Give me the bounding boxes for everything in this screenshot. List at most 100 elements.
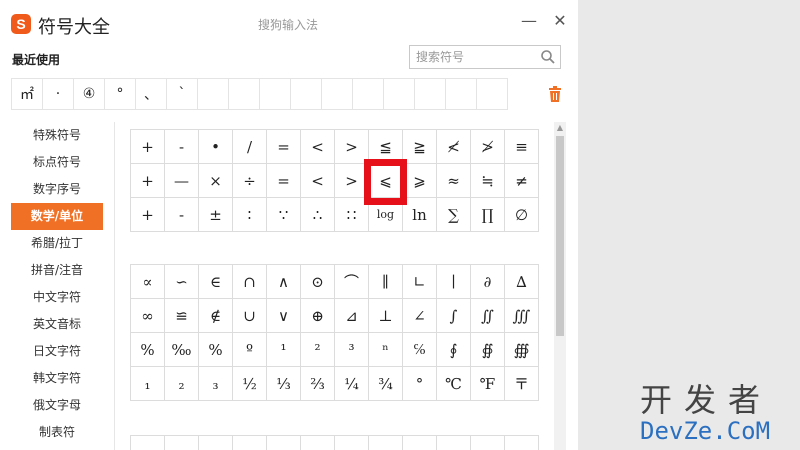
symbol-cell[interactable]: ℅ [403, 333, 437, 367]
symbol-cell[interactable]: + [131, 130, 165, 164]
sidebar-item[interactable]: 制表符 [11, 419, 103, 446]
recent-symbol[interactable]: ` [166, 78, 198, 110]
symbol-cell[interactable]: ∰ [505, 333, 539, 367]
symbol-cell[interactable]: ⊿ [335, 299, 369, 333]
sidebar-item[interactable]: 韩文字符 [11, 365, 103, 392]
symbol-cell[interactable]: ∶ [233, 198, 267, 232]
symbol-cell[interactable]: × [199, 164, 233, 198]
symbol-cell[interactable] [437, 436, 471, 450]
symbol-cell[interactable]: ∂ [471, 265, 505, 299]
symbol-cell[interactable]: % [199, 333, 233, 367]
symbol-cell[interactable] [335, 436, 369, 450]
symbol-cell[interactable]: = [267, 130, 301, 164]
symbol-cell[interactable]: < [301, 164, 335, 198]
symbol-cell[interactable]: ℉ [471, 367, 505, 401]
symbol-cell[interactable]: / [233, 130, 267, 164]
symbol-cell[interactable]: ∮ [437, 333, 471, 367]
symbol-cell[interactable] [505, 436, 539, 450]
symbol-cell[interactable]: ÷ [233, 164, 267, 198]
symbol-cell[interactable]: º [233, 333, 267, 367]
scrollbar[interactable]: ▲ [554, 122, 566, 450]
symbol-cell[interactable]: ¹ [267, 333, 301, 367]
sidebar-item[interactable]: 数字序号 [11, 176, 103, 203]
symbol-cell[interactable]: ° [403, 367, 437, 401]
symbol-cell[interactable]: ∣ [437, 265, 471, 299]
recent-symbol[interactable]: 、 [135, 78, 167, 110]
symbol-cell[interactable]: — [165, 164, 199, 198]
symbol-cell[interactable]: ∬ [471, 299, 505, 333]
recent-symbol[interactable]: ④ [73, 78, 105, 110]
symbol-cell[interactable]: ¾ [369, 367, 403, 401]
symbol-cell[interactable]: ∠ [403, 299, 437, 333]
symbol-cell[interactable]: ∯ [471, 333, 505, 367]
symbol-cell[interactable]: ⊙ [301, 265, 335, 299]
symbol-cell[interactable]: ‰ [165, 333, 199, 367]
symbol-cell[interactable]: ≒ [471, 164, 505, 198]
recent-symbol[interactable]: · [42, 78, 74, 110]
scroll-up-icon[interactable]: ▲ [556, 124, 564, 132]
symbol-cell[interactable]: ∭ [505, 299, 539, 333]
symbol-cell[interactable]: ∪ [233, 299, 267, 333]
recent-symbol[interactable] [321, 78, 353, 110]
symbol-cell[interactable]: ₃ [199, 367, 233, 401]
symbol-cell[interactable] [267, 436, 301, 450]
symbol-cell[interactable]: ∅ [505, 198, 539, 232]
symbol-cell[interactable]: < [301, 130, 335, 164]
symbol-cell[interactable]: ⌒ [335, 265, 369, 299]
symbol-cell[interactable]: ∵ [267, 198, 301, 232]
symbol-cell[interactable]: • [199, 130, 233, 164]
symbol-cell[interactable]: ℃ [437, 367, 471, 401]
recent-symbol[interactable] [352, 78, 384, 110]
symbol-cell[interactable]: ⊕ [301, 299, 335, 333]
symbol-cell[interactable] [131, 436, 165, 450]
recent-symbol[interactable] [383, 78, 415, 110]
recent-symbol[interactable] [445, 78, 477, 110]
symbol-cell[interactable]: ± [199, 198, 233, 232]
symbol-cell[interactable]: ≠ [505, 164, 539, 198]
symbol-cell[interactable] [403, 436, 437, 450]
symbol-cell[interactable] [369, 436, 403, 450]
sidebar-item[interactable]: 日文字符 [11, 338, 103, 365]
symbol-cell[interactable]: ∫ [437, 299, 471, 333]
sidebar-item[interactable]: 标点符号 [11, 149, 103, 176]
recent-symbol[interactable]: ° [104, 78, 136, 110]
symbol-cell[interactable]: ⁿ [369, 333, 403, 367]
symbol-cell[interactable] [471, 436, 505, 450]
symbol-cell[interactable] [233, 436, 267, 450]
trash-icon[interactable] [548, 86, 562, 102]
symbol-cell[interactable]: ² [301, 333, 335, 367]
symbol-cell[interactable] [199, 436, 233, 450]
symbol-cell[interactable]: = [267, 164, 301, 198]
symbol-cell[interactable]: ½ [233, 367, 267, 401]
symbol-cell[interactable]: + [131, 164, 165, 198]
symbol-cell[interactable]: ≯ [471, 130, 505, 164]
symbol-cell[interactable]: ₁ [131, 367, 165, 401]
symbol-cell[interactable]: ⊥ [369, 299, 403, 333]
recent-symbol[interactable]: ㎡ [11, 78, 43, 110]
recent-symbol[interactable] [228, 78, 260, 110]
symbol-cell[interactable]: ∴ [301, 198, 335, 232]
symbol-cell[interactable]: ≌ [165, 299, 199, 333]
symbol-cell[interactable]: ∟ [403, 265, 437, 299]
symbol-cell[interactable]: ∨ [267, 299, 301, 333]
symbol-cell[interactable]: ∩ [233, 265, 267, 299]
sidebar-item[interactable]: 数学/单位 [11, 203, 103, 230]
symbol-cell[interactable]: ∝ [131, 265, 165, 299]
symbol-cell[interactable]: ∥ [369, 265, 403, 299]
symbol-cell[interactable]: ∑ [437, 198, 471, 232]
symbol-cell[interactable]: ³ [335, 333, 369, 367]
sidebar-item[interactable]: 拼音/注音 [11, 257, 103, 284]
close-button[interactable]: ✕ [551, 12, 569, 30]
symbol-cell[interactable]: ¼ [335, 367, 369, 401]
search-box[interactable] [409, 45, 561, 69]
symbol-cell[interactable]: ≈ [437, 164, 471, 198]
symbol-cell[interactable] [301, 436, 335, 450]
scroll-thumb[interactable] [556, 136, 564, 336]
sidebar-item[interactable]: 希腊/拉丁 [11, 230, 103, 257]
symbol-cell[interactable]: ∉ [199, 299, 233, 333]
symbol-cell[interactable]: ₂ [165, 367, 199, 401]
symbol-cell[interactable]: ⩾ [403, 164, 437, 198]
symbol-cell[interactable]: ≮ [437, 130, 471, 164]
search-input[interactable] [416, 48, 534, 66]
symbol-cell[interactable]: 〒 [505, 367, 539, 401]
